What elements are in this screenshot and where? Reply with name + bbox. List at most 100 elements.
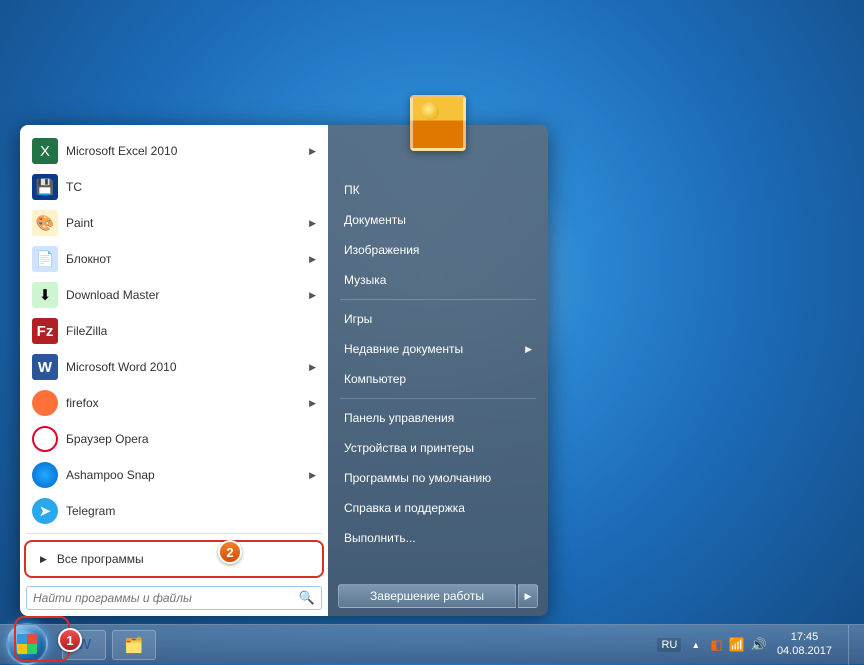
tray-time-text: 17:45: [777, 631, 832, 644]
recent-programs-list: XMicrosoft Excel 2010▶💾TC🎨Paint▶📄Блокнот…: [26, 133, 322, 529]
tray-clock[interactable]: 17:45 04.08.2017: [777, 631, 832, 657]
program-icon: Fz: [32, 318, 58, 344]
search-row: 🔍: [26, 586, 322, 610]
language-indicator[interactable]: RU: [657, 638, 681, 652]
system-tray: RU ▲ ◧ 📶 🔊 17:45 04.08.2017: [657, 625, 858, 665]
right-panel-item-label: Изображения: [344, 243, 419, 257]
tray-icons: ◧ 📶 🔊: [710, 637, 767, 653]
program-label: Microsoft Word 2010: [66, 360, 309, 374]
search-icon[interactable]: 🔍: [299, 590, 315, 606]
right-panel-item-label: Справка и поддержка: [344, 501, 465, 515]
program-item[interactable]: ➤ Telegram: [26, 493, 322, 529]
right-panel-item-label: Программы по умолчанию: [344, 471, 491, 485]
network-icon[interactable]: 📶: [729, 637, 745, 653]
submenu-arrow-icon: ▶: [525, 344, 532, 355]
volume-icon[interactable]: 🔊: [751, 637, 767, 653]
separator: [26, 533, 322, 534]
taskbar: W 🗂️ RU ▲ ◧ 📶 🔊 17:45 04.08.2017: [0, 624, 864, 664]
right-panel-item-label: Недавние документы: [344, 342, 463, 356]
right-panel-item-label: Выполнить...: [344, 531, 416, 545]
program-item[interactable]: Ashampoo Snap▶: [26, 457, 322, 493]
right-panel-item-label: Игры: [344, 312, 372, 326]
program-label: firefox: [66, 396, 309, 410]
program-item[interactable]: Fz FileZilla: [26, 313, 322, 349]
program-label: Paint: [66, 216, 309, 230]
program-icon: 📄: [32, 246, 58, 272]
program-item[interactable]: X Microsoft Excel 2010▶: [26, 133, 322, 169]
user-avatar[interactable]: [410, 95, 466, 151]
program-icon: 💾: [32, 174, 58, 200]
submenu-arrow-icon: ▶: [309, 362, 316, 373]
program-item[interactable]: 🎨 Paint▶: [26, 205, 322, 241]
divider: [340, 299, 536, 300]
shutdown-options-arrow[interactable]: ▶: [518, 584, 538, 608]
start-menu: XMicrosoft Excel 2010▶💾TC🎨Paint▶📄Блокнот…: [20, 125, 548, 616]
program-icon: [32, 390, 58, 416]
program-label: Download Master: [66, 288, 309, 302]
program-icon: X: [32, 138, 58, 164]
show-desktop-button[interactable]: [848, 625, 858, 665]
right-panel-item-label: Документы: [344, 213, 406, 227]
right-panel-item[interactable]: Справка и поддержка: [338, 493, 538, 523]
start-orb-button[interactable]: [6, 623, 48, 665]
program-icon: [32, 462, 58, 488]
program-item[interactable]: W Microsoft Word 2010▶: [26, 349, 322, 385]
program-label: Microsoft Excel 2010: [66, 144, 309, 158]
shutdown-row: Завершение работы ▶: [338, 576, 538, 608]
submenu-arrow-icon: ▶: [309, 254, 316, 265]
right-panel-item[interactable]: Устройства и принтеры: [338, 433, 538, 463]
program-item[interactable]: 📄 Блокнот▶: [26, 241, 322, 277]
start-menu-left-panel: XMicrosoft Excel 2010▶💾TC🎨Paint▶📄Блокнот…: [20, 125, 328, 616]
annotation-highlight-all-programs: ▶ Все программы: [24, 540, 324, 578]
shutdown-button[interactable]: Завершение работы: [338, 584, 516, 608]
right-panel-item[interactable]: Недавние документы ▶: [338, 334, 538, 364]
submenu-arrow-icon: ▶: [309, 470, 316, 481]
right-panel-item-label: Компьютер: [344, 372, 406, 386]
program-item[interactable]: ⬇ Download Master▶: [26, 277, 322, 313]
search-box[interactable]: 🔍: [26, 586, 322, 610]
triangle-right-icon: ▶: [40, 554, 47, 565]
program-label: TC: [66, 180, 316, 194]
tray-chevron-icon[interactable]: ▲: [691, 640, 700, 650]
submenu-arrow-icon: ▶: [309, 218, 316, 229]
annotation-badge-2: 2: [218, 540, 242, 564]
divider: [340, 398, 536, 399]
right-panel-item[interactable]: ПК: [338, 175, 538, 205]
program-label: FileZilla: [66, 324, 316, 338]
right-panel-item-label: Музыка: [344, 273, 386, 287]
program-item[interactable]: firefox▶: [26, 385, 322, 421]
program-icon: W: [32, 354, 58, 380]
tray-app-icon[interactable]: ◧: [710, 637, 722, 653]
right-panel-item[interactable]: Компьютер: [338, 364, 538, 394]
program-label: Telegram: [66, 504, 316, 518]
right-panel-item-label: Панель управления: [344, 411, 454, 425]
submenu-arrow-icon: ▶: [309, 146, 316, 157]
right-panel-item-label: Устройства и принтеры: [344, 441, 474, 455]
right-panel-item[interactable]: Программы по умолчанию: [338, 463, 538, 493]
taskbar-app-icon[interactable]: 🗂️: [112, 630, 156, 660]
program-icon: ➤: [32, 498, 58, 524]
right-panel-item[interactable]: Панель управления: [338, 403, 538, 433]
program-label: Браузер Opera: [66, 432, 316, 446]
all-programs-button[interactable]: ▶ Все программы: [28, 544, 320, 574]
tray-date-text: 04.08.2017: [777, 645, 832, 658]
program-icon: ⬇: [32, 282, 58, 308]
program-icon: [32, 426, 58, 452]
program-item[interactable]: Браузер Opera: [26, 421, 322, 457]
submenu-arrow-icon: ▶: [309, 398, 316, 409]
right-panel-item[interactable]: Игры: [338, 304, 538, 334]
program-label: Ashampoo Snap: [66, 468, 309, 482]
right-panel-item[interactable]: Музыка: [338, 265, 538, 295]
start-menu-right-panel: ПК Документы Изображения Музыка Игры Недавние…: [328, 125, 548, 616]
right-panel-item[interactable]: Изображения: [338, 235, 538, 265]
program-item[interactable]: 💾 TC: [26, 169, 322, 205]
search-input[interactable]: [33, 591, 299, 605]
program-icon: 🎨: [32, 210, 58, 236]
annotation-badge-1: 1: [58, 628, 82, 652]
all-programs-label: Все программы: [57, 552, 144, 566]
right-panel-item[interactable]: Документы: [338, 205, 538, 235]
submenu-arrow-icon: ▶: [309, 290, 316, 301]
right-panel-item[interactable]: Выполнить...: [338, 523, 538, 553]
program-label: Блокнот: [66, 252, 309, 266]
right-panel-item-label: ПК: [344, 183, 360, 197]
